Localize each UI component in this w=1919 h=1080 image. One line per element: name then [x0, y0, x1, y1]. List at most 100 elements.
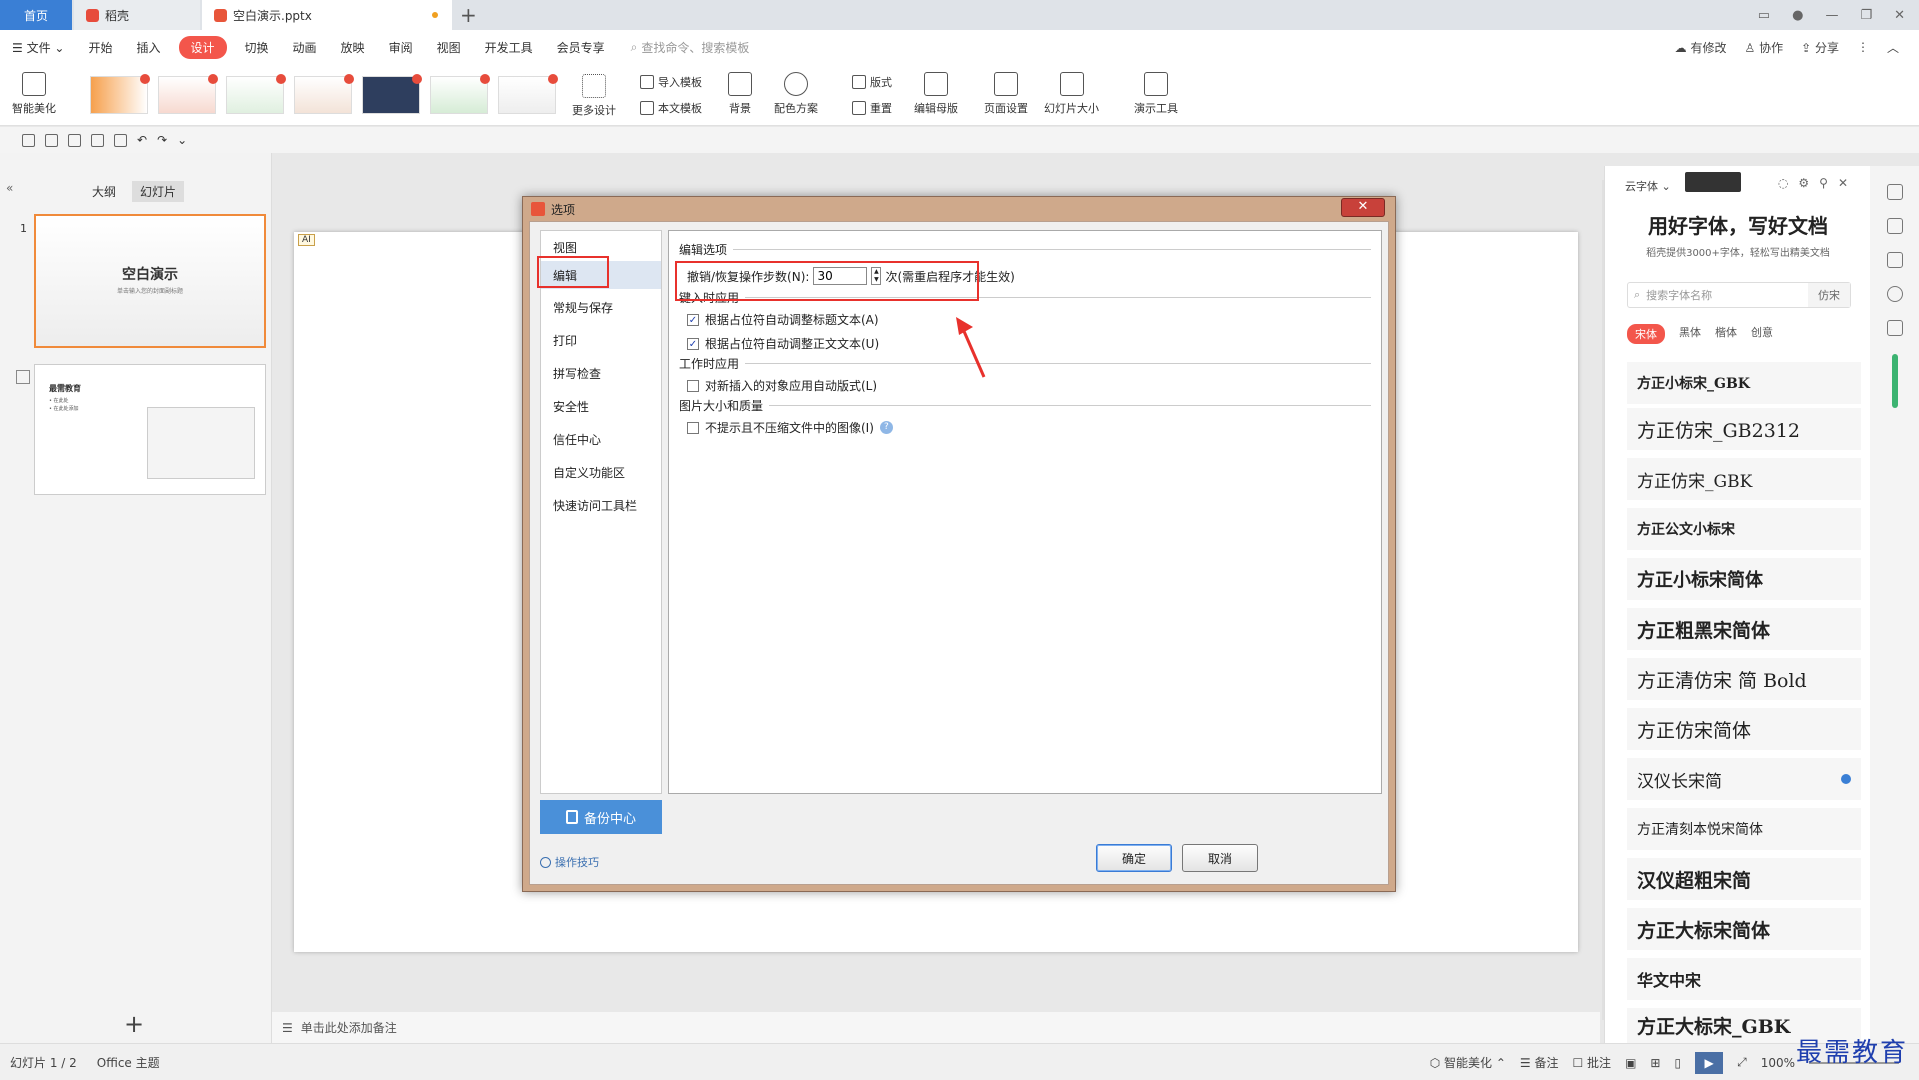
command-search[interactable]: ⌕ 查找命令、搜索模板 [631, 39, 750, 56]
layout-button[interactable]: 版式 [852, 74, 892, 90]
fit-icon[interactable]: ⤢ [1737, 1055, 1747, 1070]
layout-icon[interactable]: ▭ [1758, 8, 1770, 23]
ai-badge-icon[interactable]: AI [298, 234, 315, 246]
tab-slides[interactable]: 幻灯片 [132, 181, 185, 202]
category-creative[interactable]: 创意 [1751, 324, 1773, 344]
green-scroll-indicator[interactable] [1891, 354, 1898, 408]
checkbox-no-compress[interactable]: 不提示且不压缩文件中的图像(I)? [687, 419, 893, 436]
tab-home[interactable]: 首页 [0, 0, 72, 30]
cloud-font-dropdown[interactable]: 云字体 ⌄ [1625, 178, 1671, 194]
add-slide-button[interactable]: + [124, 1010, 144, 1038]
checkbox-box[interactable]: ✓ [687, 337, 699, 350]
ok-button[interactable]: 确定 [1096, 844, 1172, 872]
font-item[interactable]: 方正清刻本悦宋简体 [1627, 808, 1861, 850]
reset-button[interactable]: 重置 [852, 100, 892, 116]
collaborate-button[interactable]: ♙ 协作 [1745, 39, 1784, 56]
menu-insert[interactable]: 插入 [124, 39, 172, 56]
checkbox-box[interactable] [687, 421, 699, 434]
checkbox-autofit-title[interactable]: ✓ 根据占位符自动调整标题文本(A) [687, 311, 879, 328]
backup-center-button[interactable]: 备份中心 [540, 800, 662, 834]
tab-outline[interactable]: 大纲 [84, 181, 124, 202]
menu-slideshow[interactable]: 放映 [329, 39, 377, 56]
menu-animation[interactable]: 动画 [281, 39, 329, 56]
close-icon[interactable]: ✕ [1894, 8, 1905, 23]
nav-print[interactable]: 打印 [541, 326, 661, 354]
copy-icon[interactable] [1886, 252, 1903, 268]
background-button[interactable]: 背景 [728, 72, 752, 116]
page-setup-button[interactable]: 页面设置 [984, 72, 1028, 116]
help-icon[interactable] [1886, 286, 1903, 302]
redo-icon[interactable]: ↷ [157, 133, 167, 147]
font-item[interactable]: 方正小标宋简体 [1627, 558, 1861, 600]
menu-design[interactable]: 设计 [178, 35, 227, 59]
font-item[interactable]: 方正大标宋简体 [1627, 908, 1861, 950]
checkbox-autofit-body[interactable]: ✓ 根据占位符自动调整正文文本(U) [687, 335, 879, 352]
more-design-button[interactable]: 更多设计 [572, 74, 616, 118]
nav-security[interactable]: 安全性 [541, 392, 661, 420]
menu-review[interactable]: 审阅 [377, 39, 425, 56]
category-hei[interactable]: 黑体 [1679, 324, 1701, 344]
collapse-panel-icon[interactable]: « [6, 181, 13, 195]
template-thumb[interactable] [158, 74, 218, 114]
panel-actions[interactable]: ◌⚙⚲✕ [1778, 176, 1858, 190]
font-item[interactable]: 方正粗黑宋简体 [1627, 608, 1861, 650]
collapse-ribbon-icon[interactable]: ︿ [1887, 39, 1899, 56]
font-item[interactable]: 汉仪长宋简 [1627, 758, 1861, 800]
template-thumb[interactable] [90, 74, 150, 114]
checkbox-box[interactable]: ✓ [687, 313, 699, 326]
present-tools-button[interactable]: 演示工具 [1134, 72, 1178, 116]
smart-beautify-status[interactable]: ⬡ 智能美化 ⌃ [1430, 1054, 1506, 1071]
font-item[interactable]: 方正仿宋简体 [1627, 708, 1861, 750]
new-tab-button[interactable]: + [460, 3, 477, 27]
font-search-suggestion[interactable]: 仿宋 [1808, 283, 1850, 307]
notes-toggle[interactable]: ☰ 备注 [1520, 1054, 1559, 1071]
slide-size-button[interactable]: 幻灯片大小 [1044, 72, 1099, 116]
menu-view[interactable]: 视图 [425, 39, 473, 56]
save-icon[interactable] [45, 133, 58, 147]
cancel-button[interactable]: 取消 [1182, 844, 1258, 872]
font-item[interactable]: 方正仿宋_GB2312 [1627, 408, 1861, 450]
print-icon[interactable] [91, 133, 104, 147]
normal-view-icon[interactable]: ▣ [1625, 1056, 1636, 1070]
share-button[interactable]: ⇪ 分享 [1801, 39, 1839, 56]
template-thumb[interactable] [226, 74, 286, 114]
tips-link[interactable]: 操作技巧 [540, 854, 599, 870]
nav-customize-ribbon[interactable]: 自定义功能区 [541, 458, 661, 486]
menu-start[interactable]: 开始 [76, 39, 124, 56]
smart-beautify-button[interactable]: 智能美化 [12, 72, 56, 116]
comments-toggle[interactable]: ☐ 批注 [1572, 1054, 1611, 1071]
text-icon[interactable] [1886, 320, 1903, 336]
checkbox-auto-layout[interactable]: 对新插入的对象应用自动版式(L) [687, 377, 877, 394]
this-template-button[interactable]: 本文模板 [640, 100, 702, 116]
font-search-input[interactable]: ⌕ 搜索字体名称 仿宋 [1627, 282, 1851, 308]
menu-transition[interactable]: 切换 [233, 39, 281, 56]
font-item[interactable]: 汉仪超粗宋简 [1627, 858, 1861, 900]
menu-file[interactable]: ☰ 文件 ⌄ [0, 39, 76, 56]
category-song[interactable]: 宋体 [1627, 324, 1665, 344]
checkbox-box[interactable] [687, 379, 699, 392]
nav-quick-access[interactable]: 快速访问工具栏 [541, 491, 661, 519]
customize-icon[interactable]: ⌄ [177, 133, 187, 147]
minimize-icon[interactable]: — [1825, 8, 1838, 23]
more-icon[interactable]: ⋮ [1857, 40, 1869, 54]
import-template-button[interactable]: 导入模板 [640, 74, 702, 90]
nav-general-save[interactable]: 常规与保存 [541, 293, 661, 321]
restore-icon[interactable]: ❐ [1860, 8, 1872, 23]
dialog-close-button[interactable]: ✕ [1341, 198, 1385, 217]
menu-developer[interactable]: 开发工具 [473, 39, 545, 56]
tab-document[interactable]: 空白演示.pptx [202, 0, 452, 30]
slide-thumbnail-1[interactable]: 空白演示 单击输入您的封面副标题 [34, 214, 266, 348]
theme-name[interactable]: Office 主题 [97, 1054, 160, 1071]
template-thumb[interactable] [430, 74, 490, 114]
font-item[interactable]: 方正仿宋_GBK [1627, 458, 1861, 500]
color-scheme-button[interactable]: 配色方案 [774, 72, 818, 116]
edit-master-button[interactable]: 编辑母版 [914, 72, 958, 116]
modified-button[interactable]: ☁ 有修改 [1675, 39, 1727, 56]
zoom-level[interactable]: 100% [1761, 1056, 1795, 1070]
font-item[interactable]: 方正清仿宋 简 Bold [1627, 658, 1861, 700]
pin-icon[interactable] [1886, 218, 1903, 234]
avatar[interactable]: ● [1792, 8, 1803, 23]
settings-sliders-icon[interactable] [1886, 184, 1903, 200]
category-kai[interactable]: 楷体 [1715, 324, 1737, 344]
sorter-view-icon[interactable]: ⊞ [1650, 1056, 1660, 1070]
